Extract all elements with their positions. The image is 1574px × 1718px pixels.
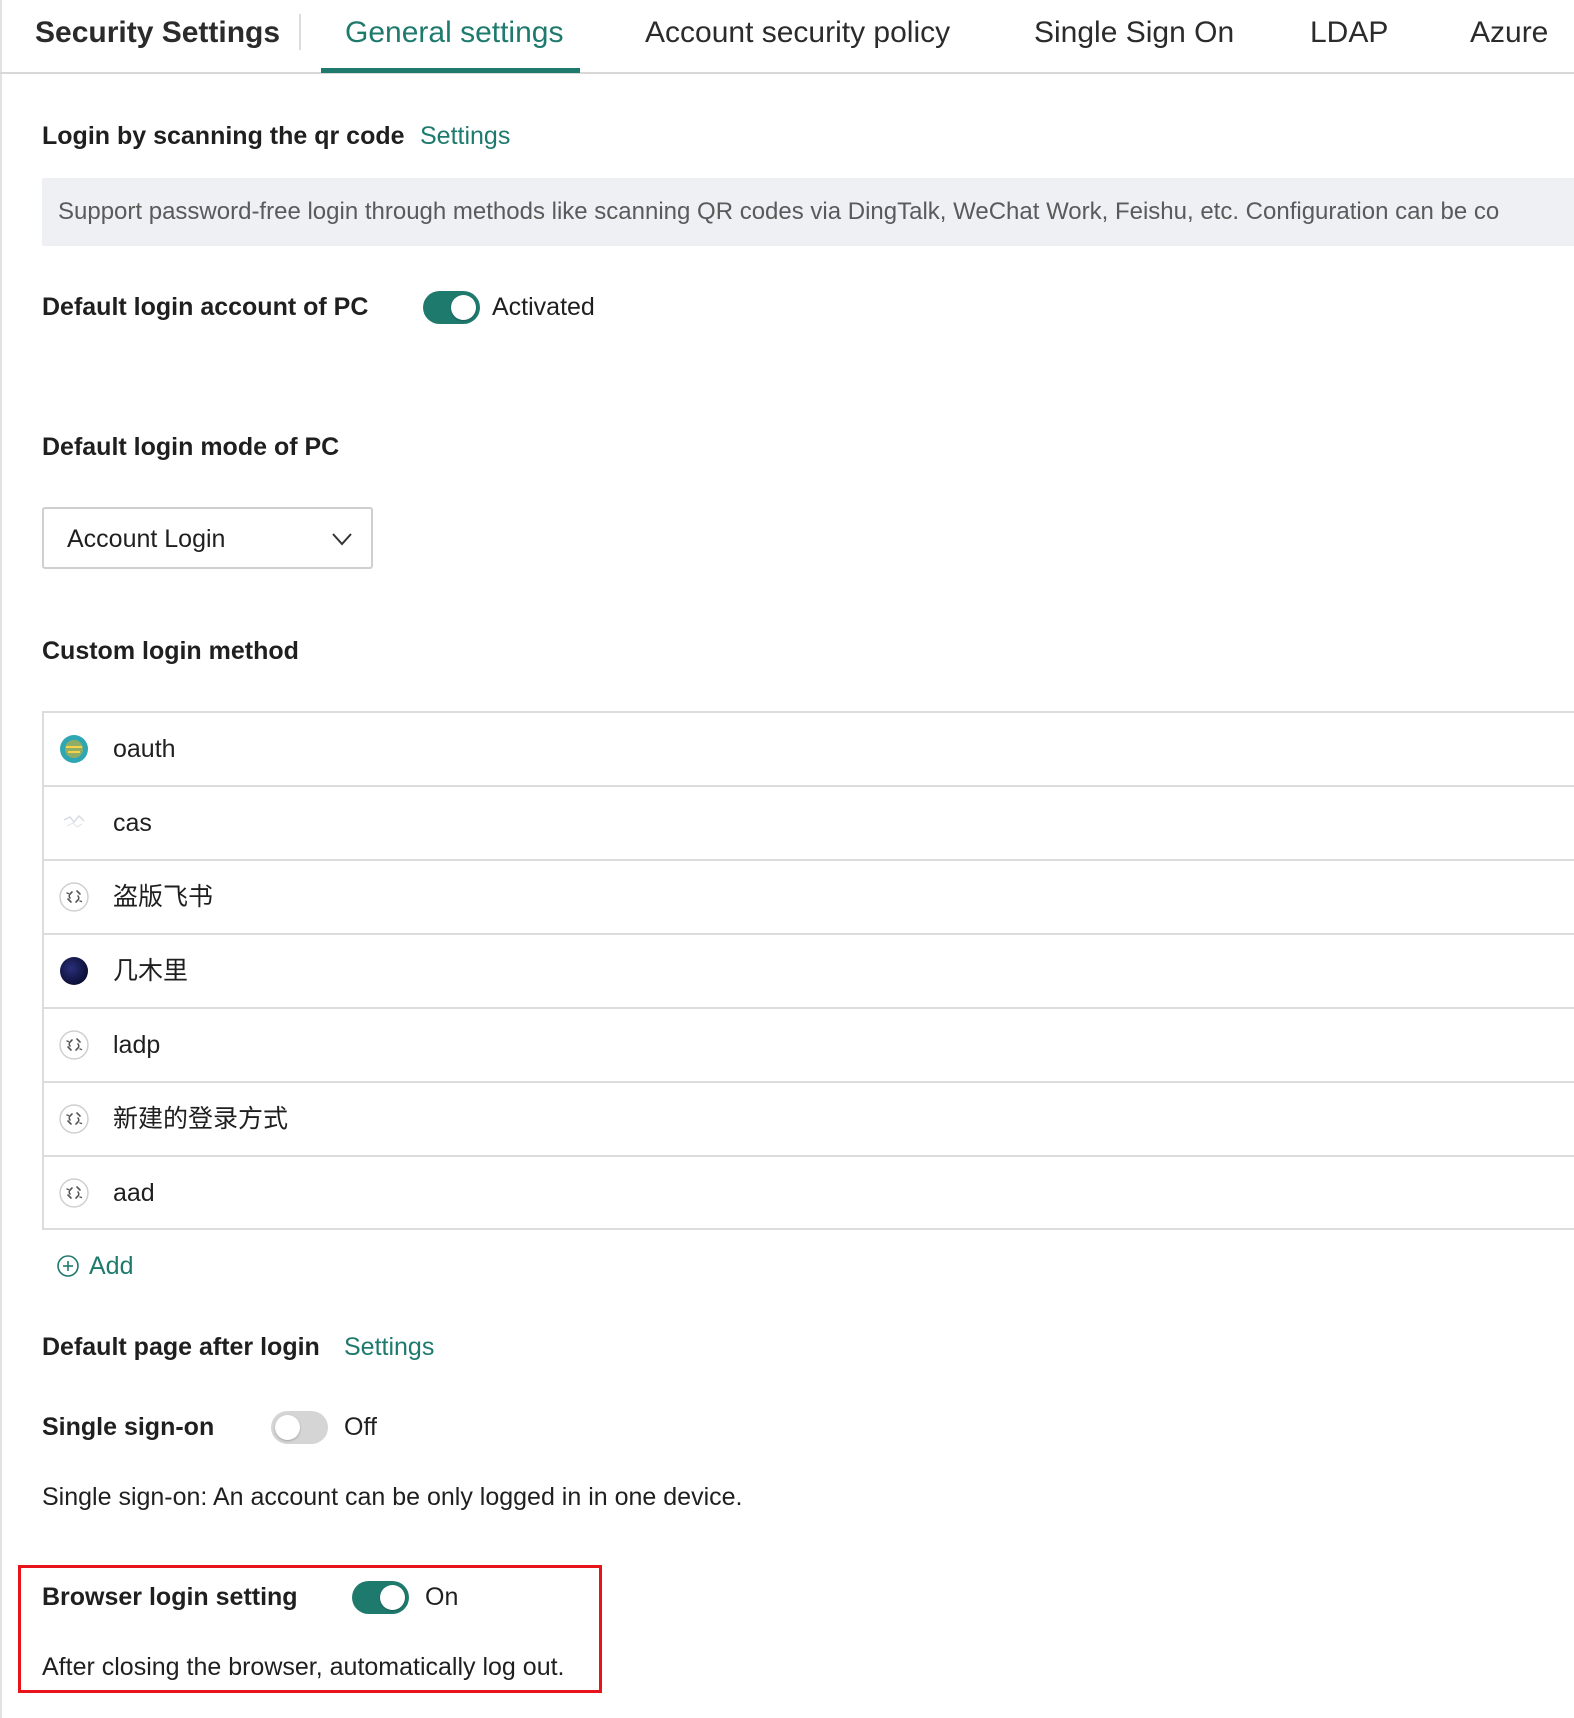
login-method-row[interactable]: aad bbox=[44, 1157, 1574, 1231]
login-method-name: oauth bbox=[113, 735, 176, 763]
default-page-label: Default page after login bbox=[42, 1333, 320, 1361]
single-sign-on-status: Off bbox=[344, 1413, 377, 1441]
title-divider bbox=[299, 14, 301, 50]
login-method-name: ladp bbox=[113, 1031, 161, 1059]
single-sign-on-label: Single sign-on bbox=[42, 1413, 215, 1441]
browser-login-status: On bbox=[425, 1583, 459, 1611]
broken-link-icon bbox=[59, 1030, 89, 1060]
toggle-knob bbox=[451, 295, 476, 320]
toggle-knob bbox=[380, 1585, 405, 1610]
pc-default-mode-select[interactable]: Account Login bbox=[42, 507, 373, 569]
oauth-logo-icon bbox=[60, 735, 88, 763]
login-method-name: 几木里 bbox=[113, 957, 189, 985]
login-method-name: 盗版飞书 bbox=[113, 883, 214, 911]
pc-default-account-status: Activated bbox=[492, 293, 595, 321]
tab-account-security-policy[interactable]: Account security policy bbox=[645, 15, 950, 51]
custom-login-label: Custom login method bbox=[42, 637, 299, 665]
qr-login-label: Login by scanning the qr code bbox=[42, 122, 405, 150]
custom-login-methods-list: oauth cas 盗版飞书 几木里 ladp 新建的登录方式 aad bbox=[42, 711, 1574, 1230]
login-method-row[interactable]: 新建的登录方式 bbox=[44, 1083, 1574, 1157]
login-method-row[interactable]: 几木里 bbox=[44, 935, 1574, 1009]
dark-circle-logo-icon bbox=[60, 957, 88, 985]
broken-link-icon bbox=[59, 1178, 89, 1208]
page-left-border bbox=[0, 0, 2, 1718]
qr-login-settings-link[interactable]: Settings bbox=[420, 121, 510, 151]
pc-default-account-label: Default login account of PC bbox=[42, 293, 369, 321]
page-title: Security Settings bbox=[35, 16, 281, 49]
cas-logo-icon bbox=[63, 814, 85, 828]
browser-login-label: Browser login setting bbox=[42, 1583, 298, 1611]
default-page-settings-link[interactable]: Settings bbox=[344, 1332, 434, 1362]
tab-general-settings[interactable]: General settings bbox=[345, 15, 563, 51]
tab-single-sign-on[interactable]: Single Sign On bbox=[1034, 15, 1234, 51]
qr-login-info-text: Support password-free login through meth… bbox=[58, 198, 1500, 225]
toggle-knob bbox=[275, 1415, 300, 1440]
single-sign-on-toggle[interactable] bbox=[271, 1411, 328, 1444]
chevron-down-icon bbox=[332, 533, 352, 546]
broken-link-icon bbox=[59, 882, 89, 912]
pc-default-account-toggle[interactable] bbox=[423, 291, 480, 324]
login-method-name: cas bbox=[113, 809, 152, 837]
add-label: Add bbox=[89, 1252, 134, 1280]
login-method-name: aad bbox=[113, 1179, 155, 1207]
pc-default-mode-value: Account Login bbox=[67, 525, 226, 553]
browser-login-toggle[interactable] bbox=[352, 1581, 409, 1614]
broken-link-icon bbox=[59, 1104, 89, 1134]
tab-azure[interactable]: Azure bbox=[1470, 15, 1548, 51]
login-method-row[interactable]: oauth bbox=[44, 713, 1574, 787]
single-sign-on-description: Single sign-on: An account can be only l… bbox=[42, 1483, 743, 1511]
qr-login-info-box: Support password-free login through meth… bbox=[42, 178, 1574, 246]
login-method-row[interactable]: cas bbox=[44, 787, 1574, 861]
active-tab-indicator bbox=[321, 68, 580, 73]
tab-ldap[interactable]: LDAP bbox=[1310, 15, 1388, 51]
login-method-row[interactable]: 盗版飞书 bbox=[44, 861, 1574, 935]
settings-header: Security Settings General settings Accou… bbox=[0, 0, 1574, 74]
browser-login-description: After closing the browser, automatically… bbox=[42, 1653, 565, 1681]
login-method-name: 新建的登录方式 bbox=[113, 1105, 289, 1133]
plus-circle-icon bbox=[57, 1255, 79, 1277]
pc-default-mode-label: Default login mode of PC bbox=[42, 433, 340, 461]
login-method-row[interactable]: ladp bbox=[44, 1009, 1574, 1083]
